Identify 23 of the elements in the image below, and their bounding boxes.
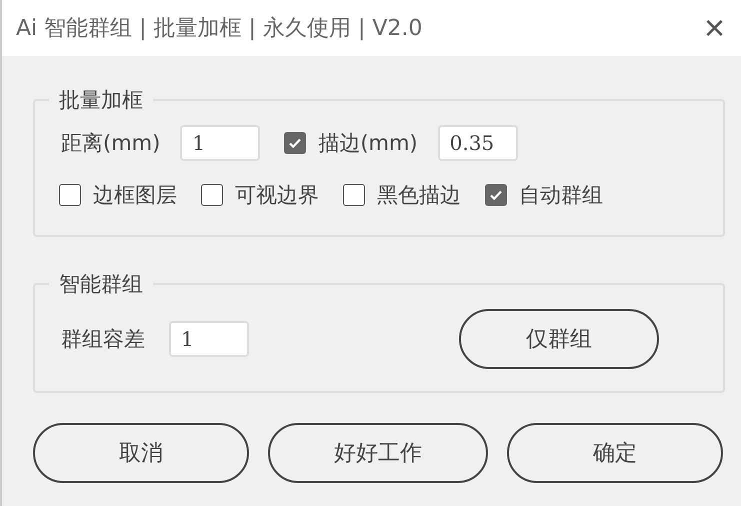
input-field[interactable]: 0.35 bbox=[438, 125, 518, 161]
checkbox[interactable] bbox=[485, 184, 507, 206]
checkbox-label: 边框图层 bbox=[93, 182, 177, 209]
checkbox[interactable] bbox=[59, 184, 81, 206]
check-icon bbox=[489, 188, 503, 202]
field-label: 群组容差 bbox=[61, 326, 145, 353]
checkbox-label: 自动群组 bbox=[519, 182, 603, 209]
window-title: Ai 智能群组 | 批量加框 | 永久使用 | V2.0 bbox=[16, 15, 422, 43]
input-field[interactable]: 1 bbox=[180, 125, 260, 161]
close-button[interactable]: × bbox=[698, 10, 731, 46]
dialog-button[interactable]: 取消 bbox=[33, 423, 249, 483]
checkbox[interactable] bbox=[284, 132, 306, 154]
dialog-button[interactable]: 确定 bbox=[507, 423, 723, 483]
checkbox-label: 可视边界 bbox=[235, 182, 319, 209]
check-icon bbox=[288, 136, 302, 150]
checkbox-label: 黑色描边 bbox=[377, 182, 461, 209]
input-field[interactable]: 1 bbox=[169, 321, 249, 357]
field-label: 距离(mm) bbox=[61, 130, 160, 157]
checkbox[interactable] bbox=[343, 184, 365, 206]
group-only-button[interactable]: 仅群组 bbox=[459, 309, 659, 369]
checkbox-label: 描边(mm) bbox=[318, 130, 418, 157]
dialog-button[interactable]: 好好工作 bbox=[268, 423, 488, 483]
checkbox[interactable] bbox=[201, 184, 223, 206]
